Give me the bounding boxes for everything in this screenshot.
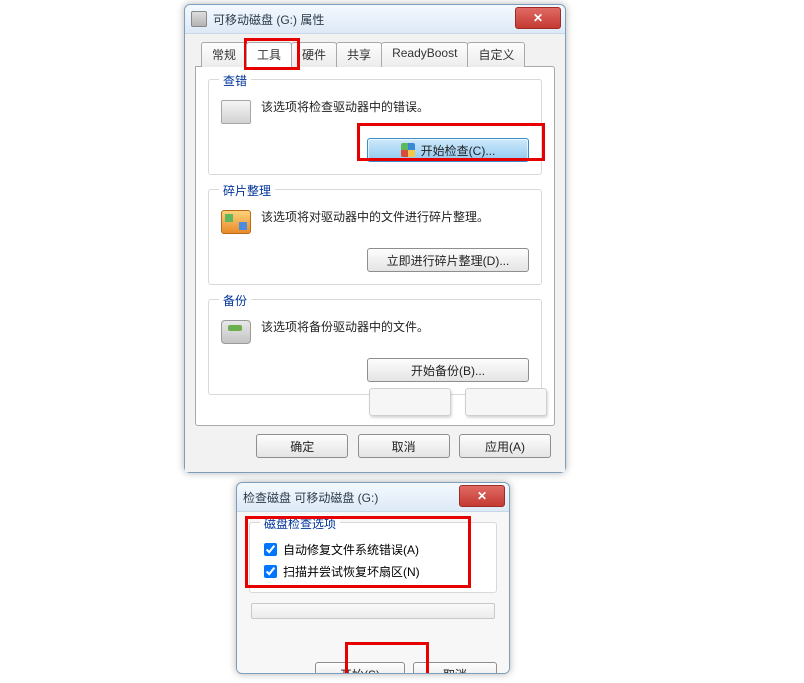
tab-strip: 常规 工具 硬件 共享 ReadyBoost 自定义 [201, 42, 555, 67]
defrag-now-button[interactable]: 立即进行碎片整理(D)... [367, 248, 529, 272]
close-icon-2: ✕ [477, 490, 487, 502]
close-button[interactable]: ✕ [515, 7, 561, 29]
group-defrag: 碎片整理 该选项将对驱动器中的文件进行碎片整理。 立即进行碎片整理(D)... [208, 189, 542, 285]
cancel-button-2[interactable]: 取消 [413, 662, 497, 674]
tab-hardware[interactable]: 硬件 [291, 42, 337, 67]
progress-bar [251, 603, 495, 619]
group-disk-check-options: 磁盘检查选项 自动修复文件系统错误(A) 扫描并尝试恢复坏扇区(N) [249, 522, 497, 593]
error-check-icon [221, 100, 251, 124]
defrag-icon [221, 210, 251, 234]
opt-scan-label: 扫描并尝试恢复坏扇区(N) [283, 563, 420, 580]
tab-sharing[interactable]: 共享 [336, 42, 382, 67]
group-legend-options: 磁盘检查选项 [260, 515, 340, 532]
backup-desc: 该选项将备份驱动器中的文件。 [261, 318, 429, 335]
window-title: 可移动磁盘 (G:) 属性 [213, 11, 324, 28]
group-legend-defrag: 碎片整理 [219, 182, 275, 199]
defrag-desc: 该选项将对驱动器中的文件进行碎片整理。 [261, 208, 489, 225]
group-error-checking: 查错 该选项将检查驱动器中的错误。 开始检查(C)... [208, 79, 542, 175]
tab-tools[interactable]: 工具 [246, 42, 292, 67]
opt-autofix-checkbox[interactable] [264, 543, 277, 556]
opt-autofix-row[interactable]: 自动修复文件系统错误(A) [260, 540, 486, 559]
start-check-button[interactable]: 开始检查(C)... [367, 138, 529, 162]
defrag-now-label: 立即进行碎片整理(D)... [387, 252, 510, 269]
start-backup-button[interactable]: 开始备份(B)... [367, 358, 529, 382]
window2-title: 检查磁盘 可移动磁盘 (G:) [243, 489, 378, 506]
opt-autofix-label: 自动修复文件系统错误(A) [283, 541, 419, 558]
opt-scan-checkbox[interactable] [264, 565, 277, 578]
ghost-btn-1 [369, 388, 451, 416]
cancel-button[interactable]: 取消 [358, 434, 450, 458]
dialog-footer: 确定 取消 应用(A) [195, 426, 555, 462]
uac-shield-icon [401, 143, 415, 157]
start-backup-label: 开始备份(B)... [411, 362, 485, 379]
tab-panel-tools: 查错 该选项将检查驱动器中的错误。 开始检查(C)... 碎片整理 该选 [195, 66, 555, 426]
drive-icon-title [191, 11, 207, 27]
close-button-2[interactable]: ✕ [459, 485, 505, 507]
tab-general[interactable]: 常规 [201, 42, 247, 67]
start-check-label: 开始检查(C)... [421, 142, 496, 159]
tab-customize[interactable]: 自定义 [467, 42, 525, 67]
tab-readyboost[interactable]: ReadyBoost [381, 42, 468, 67]
backup-icon [221, 320, 251, 344]
group-legend-backup: 备份 [219, 292, 251, 309]
error-check-desc: 该选项将检查驱动器中的错误。 [261, 98, 429, 115]
opt-scan-row[interactable]: 扫描并尝试恢复坏扇区(N) [260, 562, 486, 581]
group-legend-check: 查错 [219, 72, 251, 89]
apply-button[interactable]: 应用(A) [459, 434, 551, 458]
close-icon: ✕ [533, 12, 543, 24]
start-button[interactable]: 开始(S) [315, 662, 405, 674]
ghost-btn-2 [465, 388, 547, 416]
ok-button[interactable]: 确定 [256, 434, 348, 458]
group-backup: 备份 该选项将备份驱动器中的文件。 开始备份(B)... [208, 299, 542, 395]
